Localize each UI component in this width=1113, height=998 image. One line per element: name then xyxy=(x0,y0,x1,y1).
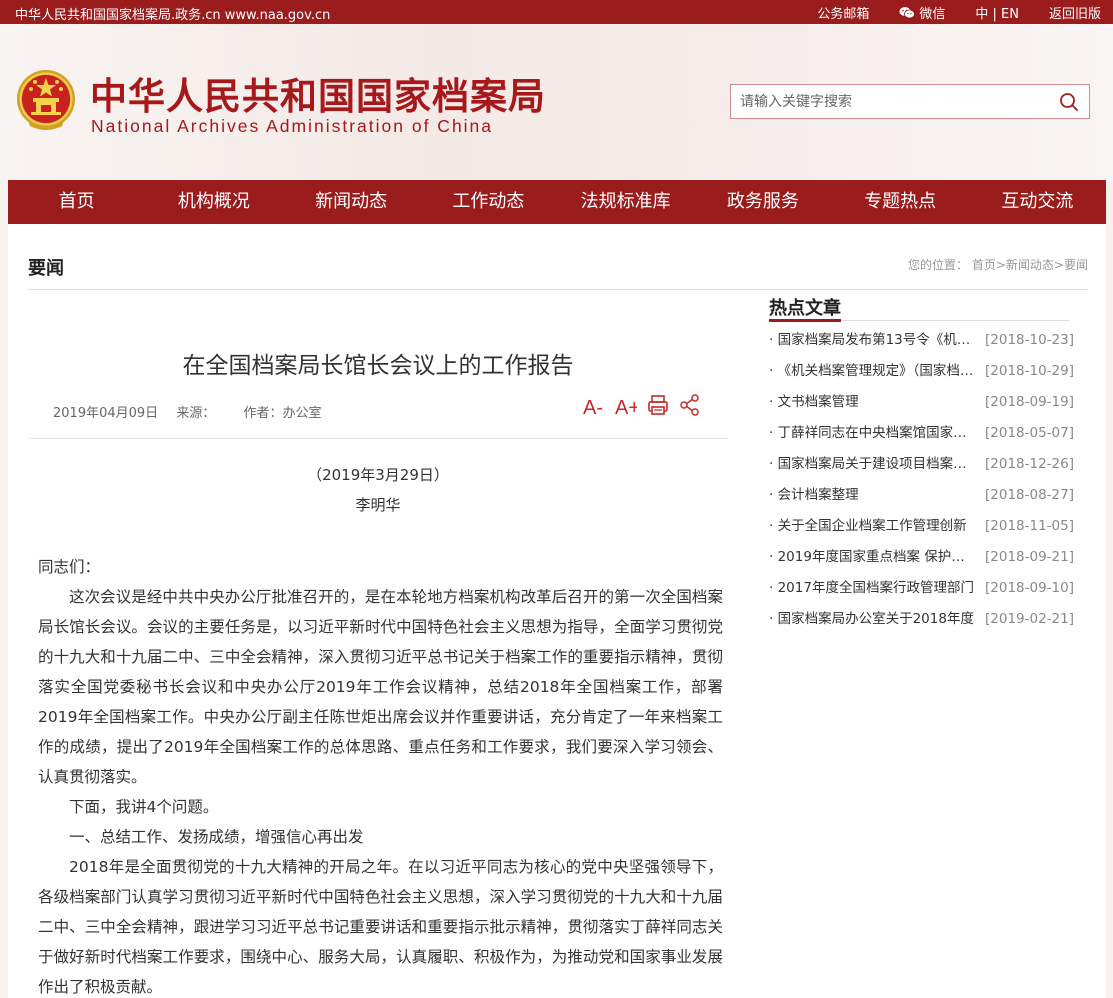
hot-articles-title: 热点文章 xyxy=(769,298,841,319)
list-item[interactable]: · 《机关档案管理规定》（国家档案局令第13号） [2018-10-29] xyxy=(769,356,1074,387)
font-larger-button[interactable]: A+ xyxy=(615,393,640,421)
hot-article-title[interactable]: · 国家档案局办公室关于2018年度 xyxy=(769,604,974,635)
hot-article-title[interactable]: · 2019年度国家重点档案 保护与开发 xyxy=(769,542,974,573)
hot-article-date: [2018-05-07] xyxy=(985,425,1074,441)
wechat-icon xyxy=(899,7,916,19)
nav-item-interaction[interactable]: 互动交流 xyxy=(969,180,1106,224)
search-icon[interactable] xyxy=(1059,92,1079,112)
speech-date: （2019年3月29日） xyxy=(307,466,449,484)
article-title: 在全国档案局长馆长会议上的工作报告 xyxy=(182,353,574,379)
list-item[interactable]: · 丁薛祥同志在中央档案馆国家档案局调研 [2018-05-07] xyxy=(769,418,1074,449)
section-heading: 一、总结工作、发扬成绩，增强信心再出发 xyxy=(69,828,364,846)
breadcrumb-prefix: 您的位置： xyxy=(907,258,968,272)
hot-article-date: [2018-10-29] xyxy=(985,363,1074,379)
hot-article-title[interactable]: · 关于全国企业档案工作管理创新 xyxy=(769,511,974,542)
nav-item-home[interactable]: 首页 xyxy=(8,180,145,224)
breadcrumb-separator: > xyxy=(995,258,1006,272)
search-input[interactable] xyxy=(731,85,1041,118)
share-icon xyxy=(680,394,699,416)
site-title-cn[interactable]: 中华人民共和国国家档案局 xyxy=(90,66,546,120)
speech-author: 李明华 xyxy=(355,496,401,514)
hot-articles-underline xyxy=(769,319,1069,322)
hot-article-date: [2019-02-21] xyxy=(985,611,1074,627)
wechat-label: 微信 xyxy=(919,7,946,22)
nav-item-news[interactable]: 新闻动态 xyxy=(283,180,420,224)
list-item[interactable]: · 会计档案整理 [2018-08-27] xyxy=(769,480,1074,511)
site-domain: 中华人民共和国国家档案局.政务.cn www.naa.gov.cn xyxy=(15,8,331,23)
national-emblem[interactable] xyxy=(14,68,78,134)
hot-article-date: [2018-11-05] xyxy=(985,518,1074,534)
nav-item-work[interactable]: 工作动态 xyxy=(420,180,557,224)
hot-article-date: [2018-09-21] xyxy=(985,549,1074,565)
paragraph: 下面，我讲4个问题。 xyxy=(69,798,219,816)
article-author: 作者：办公室 xyxy=(243,406,322,421)
article-source: 来源： xyxy=(176,406,216,421)
breadcrumb-current[interactable]: 要闻 xyxy=(1064,258,1088,272)
hot-article-title[interactable]: · 国家档案局发布第13号令《机关档案管理规定》 xyxy=(769,325,974,356)
language-switch: 中 | EN xyxy=(975,3,1019,22)
paragraph: 这次会议是经中共中央办公厅批准召开的，是在本轮地方档案机构改革后召开的第一次全国… xyxy=(38,588,723,786)
nav-item-topics[interactable]: 专题热点 xyxy=(832,180,969,224)
font-smaller-glyph: A- xyxy=(583,397,603,417)
mail-link[interactable]: 公务邮箱 xyxy=(817,3,869,22)
nav-item-services[interactable]: 政务服务 xyxy=(694,180,831,224)
lang-separator: | xyxy=(988,7,1002,22)
lang-en-link[interactable]: EN xyxy=(1001,7,1019,22)
article-date: 2019年04月09日 xyxy=(53,406,159,421)
hot-article-title[interactable]: · 会计档案整理 xyxy=(769,480,974,511)
lang-cn-link[interactable]: 中 xyxy=(975,7,988,22)
paragraph: 同志们： xyxy=(38,558,101,576)
hot-article-date: [2018-12-26] xyxy=(985,456,1074,472)
font-smaller-button[interactable]: A- xyxy=(583,393,605,421)
hot-article-date: [2018-09-19] xyxy=(985,394,1074,410)
search-box xyxy=(730,84,1090,119)
font-larger-glyph: A+ xyxy=(615,397,637,417)
hot-articles-list: · 国家档案局发布第13号令《机关档案管理规定》 [2018-10-23] · 《… xyxy=(769,325,1074,635)
nav-item-about[interactable]: 机构概况 xyxy=(145,180,282,224)
nav-item-regulations[interactable]: 法规标准库 xyxy=(557,180,694,224)
list-item[interactable]: · 国家档案局关于建设项目档案验收 [2018-12-26] xyxy=(769,449,1074,480)
font-larger-icon: A+ xyxy=(615,397,640,419)
old-version-link[interactable]: 返回旧版 xyxy=(1049,3,1101,22)
article-body: 同志们： 这次会议是经中共中央办公厅批准召开的，是在本轮地方档案机构改革后召开的… xyxy=(38,552,723,998)
hot-article-title[interactable]: · 丁薛祥同志在中央档案馆国家档案局调研 xyxy=(769,418,974,449)
wechat-link[interactable]: 微信 xyxy=(899,3,945,22)
list-item[interactable]: · 国家档案局办公室关于2018年度 [2019-02-21] xyxy=(769,604,1074,635)
hot-article-date: [2018-09-10] xyxy=(985,580,1074,596)
list-item[interactable]: · 国家档案局发布第13号令《机关档案管理规定》 [2018-10-23] xyxy=(769,325,1074,356)
breadcrumb-separator: > xyxy=(1053,258,1064,272)
site-header: 中华人民共和国国家档案局 National Archives Administr… xyxy=(0,24,1113,180)
list-item[interactable]: · 文书档案管理 [2018-09-19] xyxy=(769,387,1074,418)
section-title: 要闻 xyxy=(28,258,64,279)
top-utility-bar: 中华人民共和国国家档案局.政务.cn www.naa.gov.cn 公务邮箱 微… xyxy=(0,0,1113,24)
breadcrumb-home[interactable]: 首页 xyxy=(972,258,996,272)
article-tools: A- A+ xyxy=(583,393,711,421)
hot-article-date: [2018-10-23] xyxy=(985,332,1074,348)
divider xyxy=(28,438,728,439)
hot-article-title[interactable]: · 2017年度全国档案行政管理部门 xyxy=(769,573,974,604)
list-item[interactable]: · 2017年度全国档案行政管理部门 [2018-09-10] xyxy=(769,573,1074,604)
divider xyxy=(28,289,1088,290)
site-title-en: National Archives Administration of Chin… xyxy=(91,116,494,136)
list-item[interactable]: · 2019年度国家重点档案 保护与开发 [2018-09-21] xyxy=(769,542,1074,573)
hot-article-title[interactable]: · 文书档案管理 xyxy=(769,387,974,418)
print-button[interactable] xyxy=(647,394,669,420)
hot-article-title[interactable]: · 国家档案局关于建设项目档案验收 xyxy=(769,449,974,480)
article-meta: 2019年04月09日 来源： 作者：办公室 xyxy=(53,402,335,421)
utility-links: 公务邮箱 微信 中 | EN 返回旧版 xyxy=(787,3,1101,22)
font-smaller-icon: A- xyxy=(583,397,603,419)
hot-article-date: [2018-08-27] xyxy=(985,487,1074,503)
share-button[interactable] xyxy=(679,394,701,420)
main-content: 要闻 您的位置： 首页>新闻动态>要闻 在全国档案局长馆长会议上的工作报告 20… xyxy=(8,224,1106,998)
list-item[interactable]: · 关于全国企业档案工作管理创新 [2018-11-05] xyxy=(769,511,1074,542)
breadcrumb-news[interactable]: 新闻动态 xyxy=(1006,258,1054,272)
paragraph: 2018年是全面贯彻党的十九大精神的开局之年。在以习近平同志为核心的党中央坚强领… xyxy=(38,858,723,996)
hot-article-title[interactable]: · 《机关档案管理规定》（国家档案局令第13号） xyxy=(769,356,974,387)
main-nav: 首页 机构概况 新闻动态 工作动态 法规标准库 政务服务 专题热点 互动交流 xyxy=(8,180,1106,224)
breadcrumb: 您的位置： 首页>新闻动态>要闻 xyxy=(908,256,1088,273)
print-icon xyxy=(648,395,668,415)
